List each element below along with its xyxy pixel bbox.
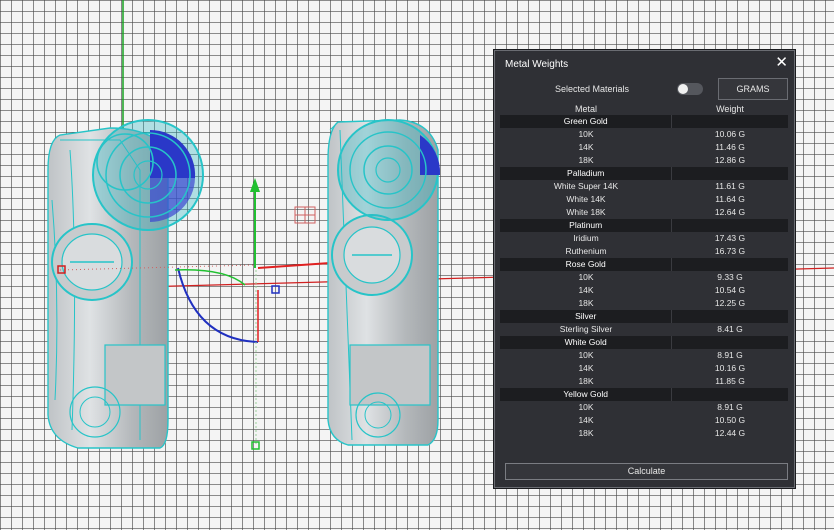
table-row: 18K 11.85 G — [500, 375, 788, 388]
table-row: White 18K 12.64 G — [500, 206, 788, 219]
metal-cell: 18K — [578, 155, 594, 165]
table-row: 18K 12.86 G — [500, 154, 788, 167]
table-row: 10K 8.91 G — [500, 349, 788, 362]
weight-cell: 11.61 G — [715, 181, 745, 191]
table-row: 14K 10.50 G — [500, 414, 788, 427]
metal-cell: 10K — [578, 402, 594, 412]
weight-cell: 11.46 G — [715, 142, 745, 152]
metal-cell: 18K — [578, 298, 594, 308]
group-name: Yellow Gold — [500, 388, 673, 401]
calculate-button[interactable]: Calculate — [505, 463, 788, 480]
table-row: 10K 10.06 G — [500, 128, 788, 141]
table-row: 10K 8.91 G — [500, 401, 788, 414]
weight-cell: 11.64 G — [715, 194, 745, 204]
metal-cell: 10K — [578, 272, 594, 282]
metal-cell: White Super 14K — [553, 181, 619, 191]
header-metal: Metal — [574, 104, 597, 114]
metal-cell: 14K — [578, 415, 594, 425]
weight-cell: 16.73 G — [714, 246, 746, 256]
weight-cell: 10.54 G — [714, 285, 746, 295]
weight-cell: 8.41 G — [717, 324, 743, 334]
weight-cell: 12.44 G — [714, 428, 746, 438]
table-row: Sterling Silver 8.41 G — [500, 323, 788, 336]
weight-cell: 12.86 G — [714, 155, 746, 165]
weight-cell: 11.85 G — [715, 376, 745, 386]
metal-cell: 14K — [578, 142, 594, 152]
metal-cell: 14K — [578, 285, 594, 295]
weight-cell: 8.91 G — [717, 402, 743, 412]
weight-cell: 10.16 G — [714, 363, 746, 373]
table-group-row: Yellow Gold — [500, 388, 788, 401]
group-name: Green Gold — [500, 115, 673, 128]
selected-materials-label: Selected Materials — [555, 84, 630, 94]
metal-cell: Ruthenium — [565, 246, 607, 256]
table-row: Ruthenium 16.73 G — [500, 245, 788, 258]
metal-cell: 14K — [578, 363, 594, 373]
table-group-row: Silver — [500, 310, 788, 323]
table-row: 18K 12.44 G — [500, 427, 788, 440]
right-ring-model[interactable] — [327, 119, 441, 446]
metal-cell: White 14K — [566, 194, 606, 204]
table-row: 14K 10.54 G — [500, 284, 788, 297]
table-group-row: Rose Gold — [500, 258, 788, 271]
metal-cell: 18K — [578, 428, 594, 438]
table-row: 14K 11.46 G — [500, 141, 788, 154]
table-row: 10K 9.33 G — [500, 271, 788, 284]
weight-cell: 9.33 G — [717, 272, 743, 282]
table-row: 14K 10.16 G — [500, 362, 788, 375]
table-row: Iridium 17.43 G — [500, 232, 788, 245]
toggle-knob — [678, 84, 688, 94]
table-group-row: White Gold — [500, 336, 788, 349]
table-row: White 14K 11.64 G — [500, 193, 788, 206]
metal-cell: White 18K — [566, 207, 606, 217]
group-name: White Gold — [500, 336, 673, 349]
weight-cell: 10.06 G — [714, 129, 746, 139]
selected-materials-toggle[interactable] — [677, 83, 703, 95]
metal-cell: Iridium — [573, 233, 599, 243]
units-button[interactable]: GRAMS — [718, 78, 788, 100]
close-icon[interactable]: ✕ — [775, 54, 788, 72]
header-weight: Weight — [716, 104, 744, 114]
weight-cell: 8.91 G — [717, 350, 743, 360]
table-group-row: Palladium — [500, 167, 788, 180]
weight-cell: 12.25 G — [714, 298, 746, 308]
metal-weights-panel: Metal Weights ✕ Selected Materials GRAMS… — [494, 50, 795, 488]
metal-cell: 10K — [578, 129, 594, 139]
table-group-row: Green Gold — [500, 115, 788, 128]
group-name: Rose Gold — [500, 258, 673, 271]
panel-title: Metal Weights — [505, 59, 569, 70]
table-row: White Super 14K 11.61 G — [500, 180, 788, 193]
weight-cell: 12.64 G — [714, 207, 746, 217]
metal-cell: 18K — [578, 376, 594, 386]
metal-cell: 10K — [578, 350, 594, 360]
weight-cell: 17.43 G — [714, 233, 746, 243]
metal-cell: Sterling Silver — [559, 324, 613, 334]
weight-cell: 10.50 G — [714, 415, 746, 425]
group-name: Platinum — [500, 219, 673, 232]
group-name: Palladium — [500, 167, 673, 180]
table-group-row: Platinum — [500, 219, 788, 232]
table-row: 18K 12.25 G — [500, 297, 788, 310]
group-name: Silver — [500, 310, 673, 323]
weights-table: Green Gold 10K 10.06 G 14K 11.46 G 18K 12.86 G… — [500, 115, 788, 440]
